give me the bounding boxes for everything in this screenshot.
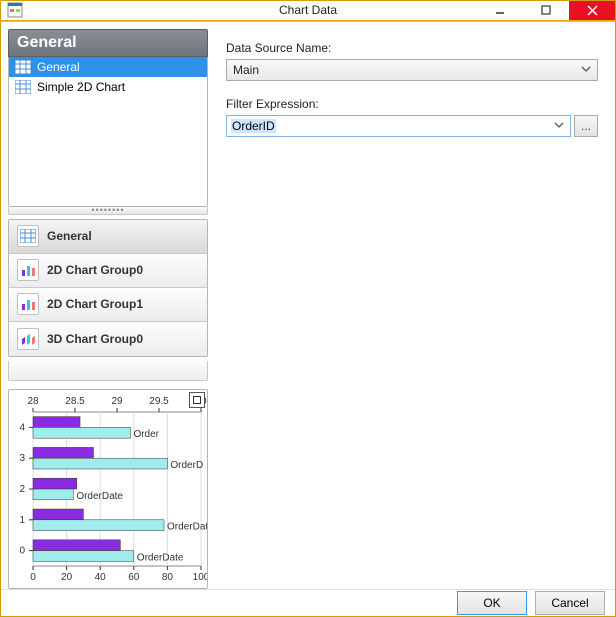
content-panel: Data Source Name: Main Filter Expression… [208,29,608,589]
svg-text:40: 40 [95,572,107,583]
svg-text:OrderD: OrderD [170,460,203,471]
grid-icon [15,80,31,94]
tree-item-simple-2d-chart[interactable]: Simple 2D Chart [9,77,207,97]
svg-text:2: 2 [19,484,25,495]
svg-text:100: 100 [193,572,207,583]
data-source-label: Data Source Name: [226,41,598,55]
nav-3d-group0[interactable]: 3D Chart Group0 [9,322,207,356]
svg-text:OrderDate: OrderDate [137,552,184,563]
svg-text:4: 4 [19,422,25,433]
nav-label: 2D Chart Group1 [47,297,143,311]
tree-item-label: General [37,60,80,74]
svg-text:OrderDate: OrderDate [76,490,123,501]
nav-general[interactable]: General [9,220,207,254]
svg-text:80: 80 [162,572,174,583]
ok-button[interactable]: OK [457,591,527,615]
svg-text:1: 1 [19,514,25,525]
svg-text:29: 29 [111,396,123,407]
maximize-button[interactable] [523,1,569,20]
nav-2d-group0[interactable]: 2D Chart Group0 [9,254,207,288]
nav-filler [8,361,208,381]
svg-text:29.5: 29.5 [149,396,169,407]
svg-text:0: 0 [30,572,36,583]
nav-label: 3D Chart Group0 [47,332,143,346]
bar-chart-icon [17,293,39,315]
chart-preview: 0204060801002828.52929.53001234OrderDate… [8,389,208,589]
filter-label: Filter Expression: [226,97,598,111]
nav-label: 2D Chart Group0 [47,263,143,277]
svg-text:20: 20 [61,572,73,583]
titlebar: Chart Data [1,1,615,21]
sidebar-tree: General Simple 2D Chart [8,57,208,207]
data-source-value: Main [233,63,259,77]
data-source-select[interactable]: Main [226,59,598,81]
close-button[interactable] [569,1,615,20]
svg-text:3: 3 [19,453,25,464]
nav-2d-group1[interactable]: 2D Chart Group1 [9,288,207,322]
expression-builder-button[interactable]: ... [574,115,598,137]
svg-text:Order: Order [133,429,159,440]
preview-glyph-icon [189,392,205,408]
dialog-footer: OK Cancel [1,589,615,616]
ellipsis-label: ... [581,119,591,133]
chevron-down-icon [554,120,564,130]
svg-text:0: 0 [19,545,25,556]
app-icon [1,2,29,18]
nav-group: General 2D Chart Group0 2D Chart Group1 … [8,219,208,357]
filter-value: OrderID [231,119,276,133]
nav-label: General [47,229,92,243]
svg-text:60: 60 [128,572,140,583]
sidebar-panel-title: General [8,29,208,57]
grid-icon [17,225,39,247]
svg-text:OrderDate: OrderDate [167,521,207,532]
tree-item-general[interactable]: General [9,57,207,77]
tree-item-label: Simple 2D Chart [37,80,125,94]
cancel-button[interactable]: Cancel [535,591,605,615]
bar-chart-icon [17,259,39,281]
chevron-down-icon [581,64,591,74]
filter-expression-input[interactable]: OrderID [226,115,571,137]
svg-text:28.5: 28.5 [65,396,85,407]
minimize-button[interactable] [477,1,523,20]
resize-grip[interactable]: •••••••• [8,207,208,215]
grid-icon [15,60,31,74]
bar-chart-3d-icon [17,328,39,350]
chart-data-dialog: Chart Data General General Simple 2D Cha… [0,0,616,617]
svg-text:28: 28 [27,396,39,407]
sidebar: General General Simple 2D Chart •••••••• [8,29,208,589]
